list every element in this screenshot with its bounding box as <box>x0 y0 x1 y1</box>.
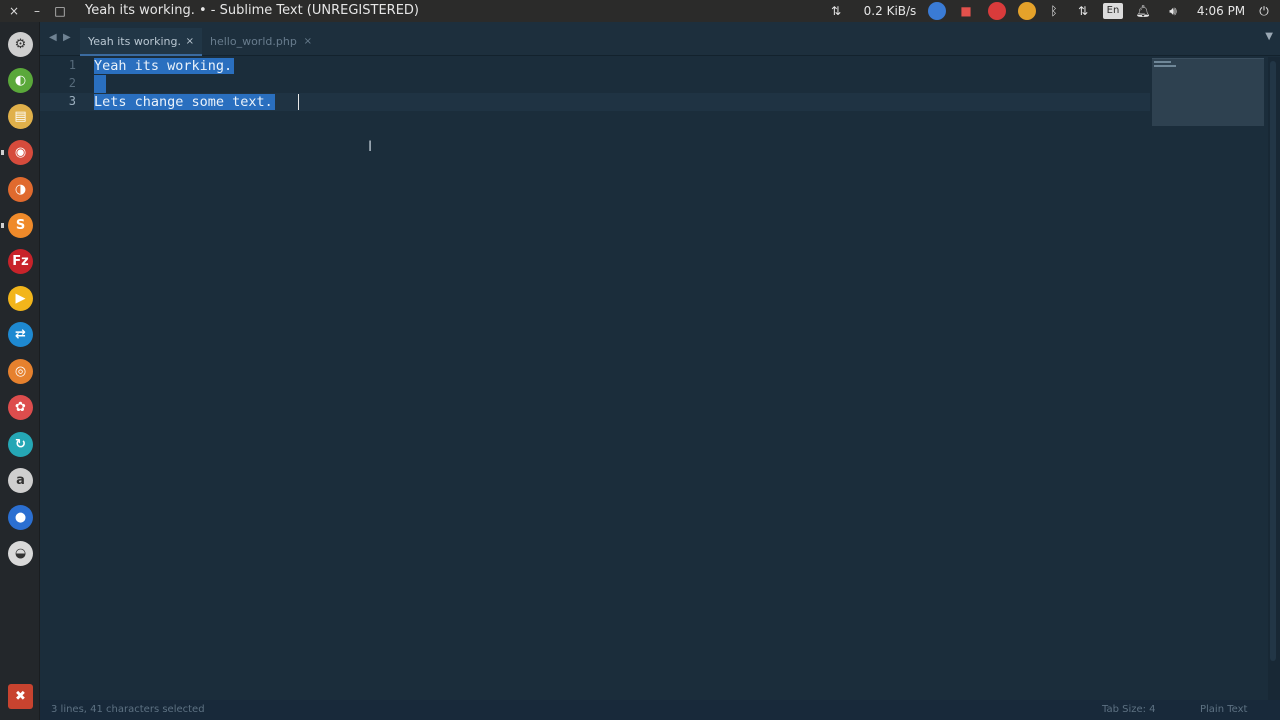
launcher-software-center-icon[interactable]: ◎ <box>8 359 33 384</box>
launcher-sublime-text-icon[interactable]: S <box>8 213 33 238</box>
launcher-chrome-icon[interactable]: ◉ <box>8 140 33 165</box>
minimap[interactable] <box>1152 58 1264 126</box>
notification-bell-icon[interactable]: 🔔︎ <box>1134 2 1152 20</box>
launcher-drop-app-icon[interactable]: ● <box>8 505 33 530</box>
launcher-teamviewer-icon[interactable]: ⇄ <box>8 322 33 347</box>
camera-icon[interactable]: ■ <box>956 2 976 20</box>
tab-menu-chevron-down-icon[interactable]: ▼ <box>1265 31 1273 42</box>
tab-label: Yeah its working. <box>88 35 181 48</box>
chrome-tray-icon[interactable] <box>1018 2 1036 20</box>
tab-prev-icon[interactable]: ◀ <box>49 32 57 43</box>
editor-area[interactable]: 1 2 3 Yeah its working. Lets change some… <box>40 57 1268 700</box>
maximize-window-icon[interactable]: □ <box>52 3 68 19</box>
power-icon[interactable]: ⏻ <box>1255 2 1273 20</box>
launcher: ⚙ ◐ ▤ ◉ ◑ S Fz ▶ ⇄ ◎ ✿ ↻ a ● ◒ ✖ <box>0 22 40 720</box>
minimap-line <box>1154 65 1176 67</box>
record-icon[interactable] <box>988 2 1006 20</box>
tab-close-icon[interactable]: × <box>186 31 194 53</box>
selection-status: 3 lines, 41 characters selected <box>51 704 205 715</box>
close-window-icon[interactable]: × <box>6 3 22 19</box>
status-bar: 3 lines, 41 characters selected Tab Size… <box>40 700 1280 720</box>
launcher-media-player-icon[interactable]: ▶ <box>8 286 33 311</box>
tab-yeah-its-working[interactable]: Yeah its working. × <box>80 28 202 56</box>
minimap-line <box>1154 61 1171 63</box>
launcher-web-browser-icon[interactable]: ◐ <box>8 68 33 93</box>
tab-bar: ◀ ▶ Yeah its working. × hello_world.php … <box>40 22 1280 56</box>
syntax-indicator[interactable]: Plain Text <box>1200 700 1247 720</box>
text-caret <box>298 94 299 110</box>
launcher-file-manager-icon[interactable]: ▤ <box>8 104 33 129</box>
vertical-scrollbar[interactable] <box>1268 57 1280 700</box>
launcher-system-settings-icon[interactable]: ⚙ <box>8 32 33 57</box>
trash-icon[interactable]: ✖ <box>8 684 33 709</box>
launcher-update-app-icon[interactable]: ↻ <box>8 432 33 457</box>
bluetooth-icon[interactable]: ᛒ <box>1046 2 1062 20</box>
ibeam-cursor-icon: I <box>368 139 373 155</box>
launcher-disk-app-icon[interactable]: ◒ <box>8 541 33 566</box>
line-number: 1 <box>68 58 76 72</box>
launcher-amazon-icon[interactable]: a <box>8 468 33 493</box>
line-number: 3 <box>68 94 76 108</box>
top-panel: × – □ Yeah its working. • - Sublime Text… <box>0 0 1280 22</box>
launcher-firefox-icon[interactable]: ◑ <box>8 177 33 202</box>
tab-size-indicator[interactable]: Tab Size: 4 <box>1102 700 1156 720</box>
volume-icon[interactable]: 🔊︎ <box>1163 2 1183 20</box>
tab-close-icon[interactable]: × <box>304 31 312 53</box>
network-icon[interactable]: ⇅ <box>1073 2 1093 20</box>
code-line[interactable]: Lets change some text. <box>94 93 275 111</box>
transfer-arrows-icon[interactable]: ⇅ <box>826 2 846 20</box>
selected-text: Yeah its working. <box>94 58 235 74</box>
line-number: 2 <box>68 76 76 90</box>
network-speed-indicator[interactable]: 0.2 KiB/s <box>860 2 920 20</box>
selection-empty-line <box>94 75 106 93</box>
launcher-filezilla-icon[interactable]: Fz <box>8 249 33 274</box>
selected-text: Lets change some text. <box>94 94 275 110</box>
running-indicator <box>1 150 4 155</box>
window-title: Yeah its working. • - Sublime Text (UNRE… <box>85 3 420 18</box>
tab-next-icon[interactable]: ▶ <box>63 32 71 43</box>
minimize-window-icon[interactable]: – <box>29 3 45 19</box>
scrollbar-thumb[interactable] <box>1270 61 1276 661</box>
clock[interactable]: 4:06 PM <box>1193 2 1249 20</box>
tab-label: hello_world.php <box>210 35 297 48</box>
code-line[interactable]: Yeah its working. <box>94 57 235 75</box>
launcher-photo-app-icon[interactable]: ✿ <box>8 395 33 420</box>
running-indicator <box>1 223 4 228</box>
keyboard-layout-indicator[interactable]: En <box>1103 3 1123 19</box>
messaging-icon[interactable] <box>928 2 946 20</box>
tab-hello-world-php[interactable]: hello_world.php × <box>202 28 320 56</box>
